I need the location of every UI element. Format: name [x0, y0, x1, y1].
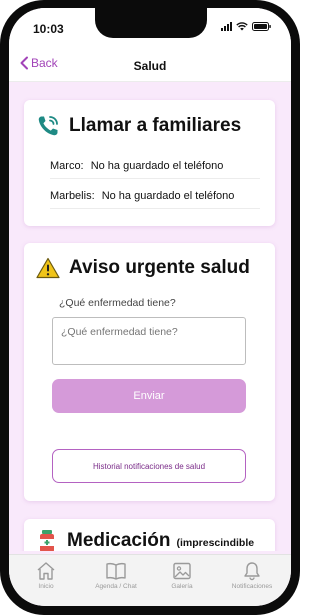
battery-icon	[252, 22, 271, 31]
warning-icon	[36, 257, 60, 279]
tab-agenda-chat[interactable]: Agenda / Chat	[81, 561, 151, 590]
bell-icon	[244, 562, 260, 581]
contact-status: No ha guardado el teléfono	[101, 190, 235, 202]
notch	[95, 8, 207, 38]
urgent-health-header: Aviso urgente salud	[36, 257, 250, 279]
tab-label: Galería	[171, 583, 193, 590]
book-icon	[106, 562, 126, 580]
family-call-card: Llamar a familiares Marco: No ha guardad…	[24, 100, 275, 226]
urgent-health-card: Aviso urgente salud ¿Qué enfermedad tien…	[24, 243, 275, 501]
medication-subtitle: (imprescindible	[176, 537, 255, 549]
navigation-bar: Back Salud	[9, 48, 291, 82]
medication-card: Medicación (imprescindible	[24, 519, 275, 551]
status-icons	[221, 22, 271, 31]
wifi-icon	[236, 22, 248, 31]
tab-galeria[interactable]: Galería	[147, 561, 217, 590]
tab-label: Agenda / Chat	[95, 583, 137, 590]
contact-name: Marbelis:	[50, 190, 95, 202]
contact-name: Marco:	[50, 160, 84, 172]
illness-input[interactable]	[52, 317, 246, 365]
contact-row[interactable]: Marbelis: No ha guardado el teléfono	[50, 190, 260, 209]
family-call-header: Llamar a familiares	[36, 114, 241, 138]
tab-inicio[interactable]: Inicio	[11, 561, 81, 590]
phone-frame: 10:03 Back Salud Llamar a familiares Mar…	[0, 0, 300, 615]
medication-icon	[40, 530, 54, 551]
gallery-icon	[173, 562, 191, 580]
scroll-content[interactable]: Llamar a familiares Marco: No ha guardad…	[9, 83, 291, 551]
contact-row[interactable]: Marco: No ha guardado el teléfono	[50, 160, 260, 179]
urgent-health-title: Aviso urgente salud	[69, 257, 250, 278]
home-icon	[37, 562, 55, 580]
medication-title: Medicación	[67, 530, 171, 551]
status-time: 10:03	[33, 22, 64, 36]
contact-status: No ha guardado el teléfono	[90, 160, 224, 172]
illness-question-label: ¿Qué enfermedad tiene?	[59, 297, 176, 309]
tab-bar: Inicio Agenda / Chat Galería Notificacio…	[9, 554, 291, 606]
tab-label: Inicio	[38, 583, 54, 590]
signal-icon	[221, 22, 232, 31]
screen: 10:03 Back Salud Llamar a familiares Mar…	[9, 8, 291, 606]
page-title: Salud	[133, 59, 167, 73]
health-notification-history-button[interactable]: Historial notificaciones de salud	[52, 449, 246, 483]
tab-notificaciones[interactable]: Notificaciones	[217, 561, 287, 590]
phone-call-icon	[38, 116, 58, 136]
send-button[interactable]: Enviar	[52, 379, 246, 413]
medication-header: Medicación (imprescindible	[36, 529, 254, 551]
family-call-title: Llamar a familiares	[69, 115, 242, 136]
tab-label: Notificaciones	[231, 583, 273, 590]
